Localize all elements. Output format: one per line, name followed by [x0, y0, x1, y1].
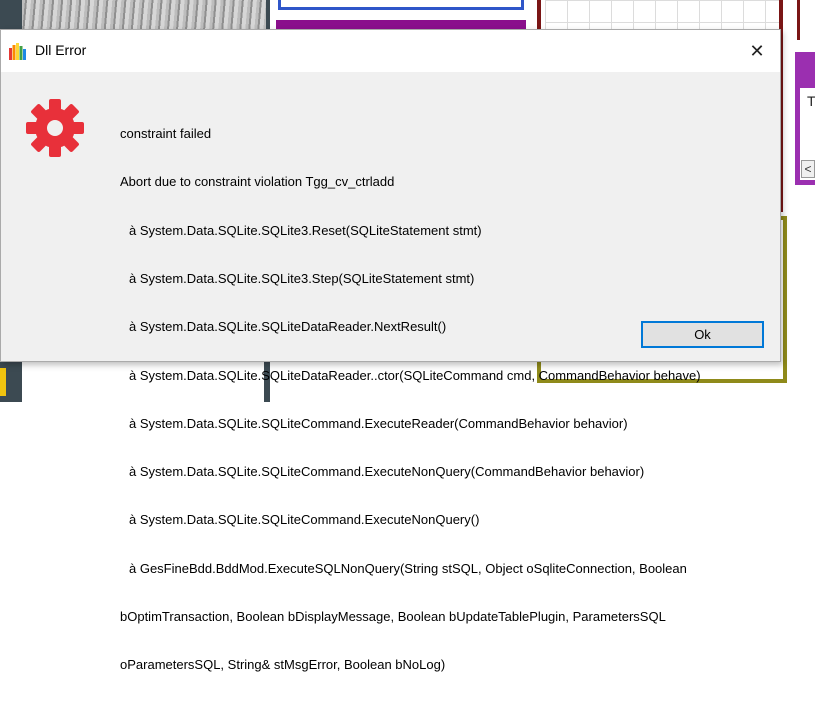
error-dialog: Dll Error ✕ constraint failed Abort due … — [0, 29, 781, 672]
stack-trace-line: à System.Data.SQLite.SQLiteCommand.Execu… — [129, 464, 645, 480]
dialog-titlebar[interactable]: Dll Error ✕ — [1, 30, 780, 72]
gear-icon — [26, 99, 84, 157]
ok-button[interactable]: Ok — [641, 321, 764, 348]
close-button[interactable]: ✕ — [734, 30, 780, 72]
background-blue-box — [278, 0, 524, 10]
stack-trace-line: à System.Data.SQLite.SQLiteDataReader..c… — [129, 367, 701, 383]
stack-trace-line: à System.Data.SQLite.SQLite3.Reset(SQLit… — [129, 222, 482, 238]
app-bars-icon — [9, 43, 26, 60]
message-line: constraint failed — [120, 126, 212, 142]
error-message: constraint failed Abort due to constrain… — [120, 94, 760, 706]
background-maroon-border-far — [797, 0, 800, 40]
stack-trace-line: oParametersSQL, String& stMsgError, Bool… — [120, 657, 446, 673]
stack-trace-line: à GesFineBdd.BddMod.ExecuteSQLNonQuery(S… — [129, 560, 687, 576]
stack-trace-line: à System.Data.SQLite.SQLite3.Step(SQLite… — [129, 271, 475, 287]
message-line: Abort due to constraint violation Tgg_cv… — [120, 174, 395, 190]
dialog-title: Dll Error — [35, 42, 87, 58]
stack-trace-line: bOptimTransaction, Boolean bDisplayMessa… — [120, 609, 666, 624]
close-icon: ✕ — [749, 40, 765, 61]
stack-trace-line: à System.Data.SQLite.SQLiteCommand.Execu… — [129, 415, 628, 431]
scroll-left-button[interactable]: < — [801, 160, 815, 178]
stack-trace-line: à System.Data.SQLite.SQLiteCommand.Execu… — [129, 512, 480, 528]
background-yellow-marker — [0, 368, 6, 396]
